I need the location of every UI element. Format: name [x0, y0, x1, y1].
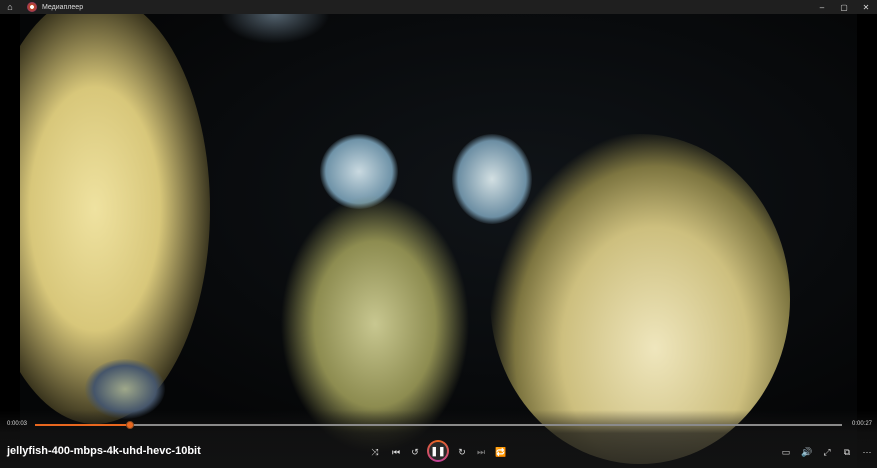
- seek-thumb[interactable]: [126, 421, 135, 429]
- elapsed-time: 0:00:03: [7, 421, 28, 427]
- shuffle-icon[interactable]: ⤨: [366, 444, 384, 460]
- more-icon[interactable]: ⋯: [858, 444, 876, 460]
- rewind-icon[interactable]: ↺: [406, 444, 424, 460]
- repeat-icon[interactable]: 🔁: [492, 444, 510, 460]
- seek-progress: [35, 424, 131, 426]
- file-name: jellyfish-400-mbps-4k-uhd-hevc-10bit: [7, 445, 201, 457]
- cast-icon[interactable]: ⧉: [838, 444, 856, 460]
- maximize-button[interactable]: ▢: [833, 3, 855, 12]
- window-title: Медиаплеер: [42, 3, 84, 11]
- video-frame[interactable]: [20, 14, 857, 468]
- fullscreen-icon[interactable]: ⤢: [818, 444, 836, 460]
- pause-button[interactable]: ❚❚: [427, 440, 449, 462]
- app-icon: [27, 2, 37, 12]
- previous-icon[interactable]: ⏮: [387, 444, 405, 460]
- total-time: 0:00:27: [852, 421, 873, 427]
- minimize-button[interactable]: –: [811, 3, 833, 12]
- pause-icon: ❚❚: [429, 442, 447, 460]
- seek-bar[interactable]: [35, 421, 842, 429]
- jellyfish-shape: [220, 14, 330, 44]
- volume-icon[interactable]: 🔊: [798, 444, 816, 460]
- home-icon[interactable]: ⌂: [0, 0, 20, 14]
- next-icon[interactable]: ⏭: [472, 444, 490, 460]
- title-bar: ⌂ Медиаплеер – ▢ ✕: [0, 0, 877, 14]
- close-button[interactable]: ✕: [855, 3, 877, 12]
- miniplayer-icon[interactable]: ▭: [777, 444, 795, 460]
- forward-icon[interactable]: ↻: [453, 444, 471, 460]
- playback-controls: 0:00:03 0:00:27 jellyfish-400-mbps-4k-uh…: [0, 410, 877, 468]
